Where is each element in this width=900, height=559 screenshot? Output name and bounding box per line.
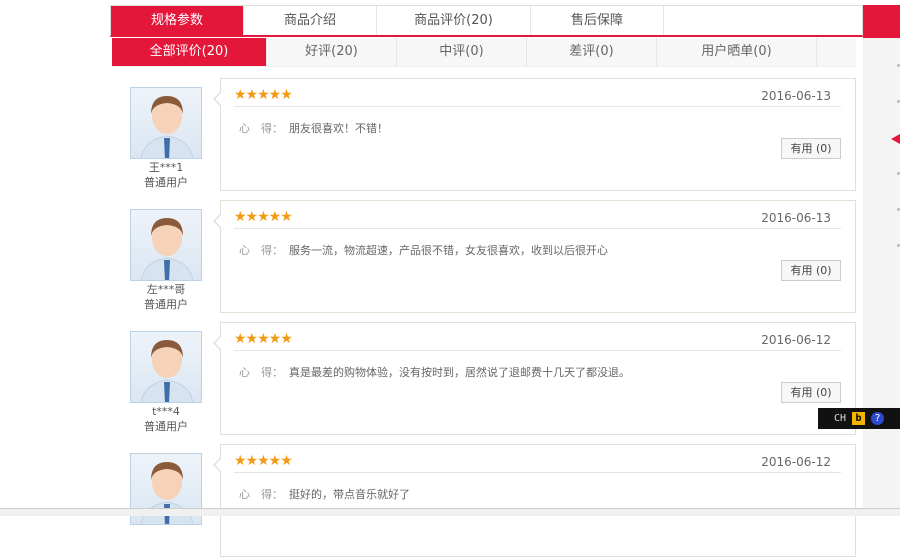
review-date: 2016-06-12 bbox=[761, 333, 831, 347]
review-text: 真是最差的购物体验，没有按时到，居然说了退邮费十几天了都没退。 bbox=[289, 366, 630, 379]
review-card: ★★★★★ 2016-06-13 心 得： 朋友很喜欢！不错！ 有用 (0) bbox=[213, 78, 856, 191]
browser-status-bar bbox=[0, 508, 900, 516]
review-text: 服务一流，物流超速，产品很不错，女友很喜欢，收到以后很开心 bbox=[289, 244, 608, 257]
review-item: t***4 普通用户 ★★★★★ 2016-06-12 心 得： 真是最差的购物体验… bbox=[0, 322, 860, 437]
review-item: 王***1 普通用户 ★★★★★ 2016-06-13 心 得： 朋友很喜欢！不错！… bbox=[0, 78, 860, 193]
username[interactable]: 王***1 bbox=[115, 160, 217, 175]
side-red-block bbox=[863, 5, 900, 38]
filter-bad[interactable]: 差评(0) bbox=[527, 38, 657, 66]
ime-language-bar[interactable]: CH b ? bbox=[818, 408, 900, 429]
review-card: ★★★★★ 2016-06-12 心 得： 真是最差的购物体验，没有按时到，居然说… bbox=[213, 322, 856, 435]
review-item: 左***哥 普通用户 ★★★★★ 2016-06-13 心 得： 服务一流，物流超速… bbox=[0, 200, 860, 315]
review-card: ★★★★★ 2016-06-13 心 得： 服务一流，物流超速，产品很不错，女友很… bbox=[213, 200, 856, 313]
divider bbox=[234, 472, 841, 473]
divider bbox=[234, 228, 841, 229]
username[interactable]: t***4 bbox=[115, 404, 217, 419]
review-item: ★★★★★ 2016-06-12 心 得： 挺好的，带点音乐就好了 bbox=[0, 444, 860, 559]
avatar bbox=[130, 331, 202, 403]
review-date: 2016-06-13 bbox=[761, 89, 831, 103]
review-date: 2016-06-13 bbox=[761, 211, 831, 225]
review-text: 挺好的，带点音乐就好了 bbox=[289, 488, 410, 501]
review-content: 心 得： 朋友很喜欢！不错！ bbox=[239, 120, 388, 136]
review-filter-tabs: 全部评价(20) 好评(20) 中评(0) 差评(0) 用户晒单(0) bbox=[112, 38, 856, 67]
divider bbox=[234, 106, 841, 107]
username[interactable]: 左***哥 bbox=[115, 282, 217, 297]
filter-medium[interactable]: 中评(0) bbox=[397, 38, 527, 66]
user-level: 普通用户 bbox=[144, 176, 188, 189]
avatar bbox=[130, 209, 202, 281]
filter-all[interactable]: 全部评价(20) bbox=[112, 38, 267, 66]
review-content: 心 得： 挺好的，带点音乐就好了 bbox=[239, 486, 410, 502]
divider bbox=[234, 350, 841, 351]
avatar bbox=[130, 87, 202, 159]
nav-arrow-icon bbox=[891, 134, 900, 144]
content-label: 心 得： bbox=[239, 244, 283, 257]
help-icon[interactable]: ? bbox=[871, 412, 885, 425]
user-avatar-icon bbox=[140, 218, 194, 280]
product-tabs: 规格参数 商品介绍 商品评价(20) 售后保障 bbox=[110, 5, 863, 37]
review-content: 心 得： 服务一流，物流超速，产品很不错，女友很喜欢，收到以后很开心 bbox=[239, 242, 608, 258]
content-label: 心 得： bbox=[239, 122, 283, 135]
user-level: 普通用户 bbox=[144, 298, 188, 311]
review-date: 2016-06-12 bbox=[761, 455, 831, 469]
rating-stars: ★★★★★ bbox=[234, 209, 293, 225]
user-level: 普通用户 bbox=[144, 420, 188, 433]
tab-intro[interactable]: 商品介绍 bbox=[244, 6, 377, 35]
user-avatar-icon bbox=[140, 340, 194, 402]
useful-button[interactable]: 有用 (0) bbox=[781, 260, 841, 281]
filter-good[interactable]: 好评(20) bbox=[267, 38, 397, 66]
right-sidebar bbox=[863, 38, 900, 508]
tab-after-sales[interactable]: 售后保障 bbox=[531, 6, 664, 35]
review-card: ★★★★★ 2016-06-12 心 得： 挺好的，带点音乐就好了 bbox=[213, 444, 856, 557]
ime-language[interactable]: CH bbox=[834, 413, 846, 424]
review-text: 朋友很喜欢！不错！ bbox=[289, 122, 388, 135]
filter-photos[interactable]: 用户晒单(0) bbox=[657, 38, 817, 66]
tab-reviews[interactable]: 商品评价(20) bbox=[377, 6, 531, 35]
content-label: 心 得： bbox=[239, 488, 283, 501]
review-content: 心 得： 真是最差的购物体验，没有按时到，居然说了退邮费十几天了都没退。 bbox=[239, 364, 630, 380]
content-label: 心 得： bbox=[239, 366, 283, 379]
useful-button[interactable]: 有用 (0) bbox=[781, 138, 841, 159]
tab-specs[interactable]: 规格参数 bbox=[111, 6, 244, 35]
rating-stars: ★★★★★ bbox=[234, 453, 293, 469]
rating-stars: ★★★★★ bbox=[234, 331, 293, 347]
user-avatar-icon bbox=[140, 96, 194, 158]
bing-icon[interactable]: b bbox=[852, 412, 866, 425]
useful-button[interactable]: 有用 (0) bbox=[781, 382, 841, 403]
rating-stars: ★★★★★ bbox=[234, 87, 293, 103]
